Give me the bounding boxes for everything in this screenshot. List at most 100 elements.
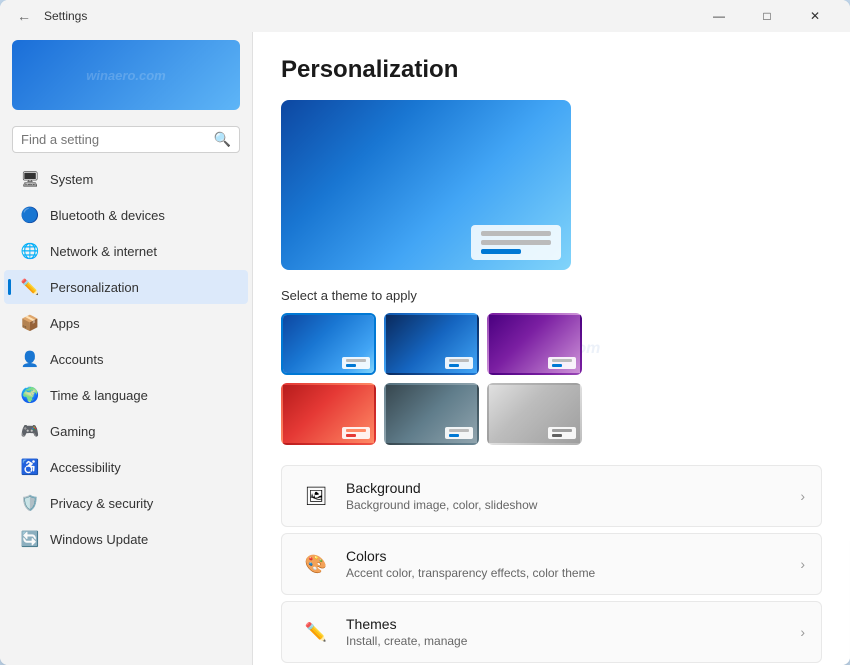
sidebar-item-accessibility[interactable]: ♿ Accessibility [4, 450, 248, 484]
settings-item-themes[interactable]: ✏️ Themes Install, create, manage › [281, 601, 822, 663]
sidebar-item-label: Apps [50, 316, 80, 331]
theme-4-minibar [342, 427, 370, 439]
theme-6-inner [489, 385, 580, 443]
sidebar-item-label: Time & language [50, 388, 148, 403]
gaming-icon: 🎮 [20, 421, 40, 441]
theme-1-inner [283, 315, 374, 373]
bluetooth-icon: 🔵 [20, 205, 40, 225]
theme-preview [281, 100, 571, 270]
window-controls: — □ ✕ [696, 0, 838, 32]
sidebar-item-label: Personalization [50, 280, 139, 295]
tmb-blue-6 [552, 434, 562, 437]
sidebar-item-label: Network & internet [50, 244, 157, 259]
tmb-3 [552, 359, 572, 362]
theme-1[interactable] [281, 313, 376, 375]
content-area: winaero.com Personalization Select a the… [252, 32, 850, 665]
sidebar-item-label: Windows Update [50, 532, 148, 547]
sidebar-item-bluetooth[interactable]: 🔵 Bluetooth & devices [4, 198, 248, 232]
theme-5[interactable] [384, 383, 479, 445]
sidebar-watermark: winaero.com [86, 68, 165, 83]
theme-5-inner [386, 385, 477, 443]
sidebar-item-label: Bluetooth & devices [50, 208, 165, 223]
theme-3[interactable] [487, 313, 582, 375]
search-icon: 🔍 [214, 131, 231, 148]
tmb-blue-1 [346, 364, 356, 367]
theme-2[interactable] [384, 313, 479, 375]
settings-item-colors[interactable]: 🎨 Colors Accent color, transparency effe… [281, 533, 822, 595]
theme-section-label: Select a theme to apply [281, 288, 822, 303]
sidebar: winaero.com 🔍 🖥 System 🔵 Bluetooth & dev… [0, 32, 252, 665]
tmb-blue-3 [552, 364, 562, 367]
themes-chevron: › [800, 624, 805, 640]
sidebar-item-privacy[interactable]: 🛡️ Privacy & security [4, 486, 248, 520]
theme-2-inner [386, 315, 477, 373]
window-title: Settings [44, 9, 87, 23]
network-icon: 🌐 [20, 241, 40, 261]
sidebar-item-time[interactable]: 🌍 Time & language [4, 378, 248, 412]
tmb-blue-4 [346, 434, 356, 437]
personalization-icon: ✏️ [20, 277, 40, 297]
mini-bar-1 [481, 231, 551, 236]
colors-subtitle: Accent color, transparency effects, colo… [346, 566, 800, 580]
sidebar-item-apps[interactable]: 📦 Apps [4, 306, 248, 340]
tmb-blue-5 [449, 434, 459, 437]
theme-2-minibar [445, 357, 473, 369]
tmb-5 [449, 429, 469, 432]
theme-1-minibar [342, 357, 370, 369]
background-text: Background Background image, color, slid… [346, 480, 800, 512]
minimize-button[interactable]: — [696, 0, 742, 32]
system-icon: 🖥 [20, 169, 40, 189]
sidebar-item-label: Accounts [50, 352, 103, 367]
sidebar-item-system[interactable]: 🖥 System [4, 162, 248, 196]
theme-3-minibar [548, 357, 576, 369]
sidebar-item-label: Gaming [50, 424, 96, 439]
theme-5-minibar [445, 427, 473, 439]
sidebar-item-label: Privacy & security [50, 496, 153, 511]
sidebar-item-windows-update[interactable]: 🔄 Windows Update [4, 522, 248, 556]
maximize-button[interactable]: □ [744, 0, 790, 32]
sidebar-item-network[interactable]: 🌐 Network & internet [4, 234, 248, 268]
tmb-6 [552, 429, 572, 432]
themes-grid [281, 313, 822, 445]
theme-6[interactable] [487, 383, 582, 445]
mini-bar-short [481, 249, 521, 254]
main-layout: winaero.com 🔍 🖥 System 🔵 Bluetooth & dev… [0, 32, 850, 665]
accounts-icon: 👤 [20, 349, 40, 369]
time-icon: 🌍 [20, 385, 40, 405]
search-box[interactable]: 🔍 [12, 126, 240, 153]
theme-3-inner [489, 315, 580, 373]
titlebar: ← Settings — □ ✕ [0, 0, 850, 32]
colors-title: Colors [346, 548, 800, 564]
settings-window: ← Settings — □ ✕ winaero.com 🔍 🖥 System [0, 0, 850, 665]
close-button[interactable]: ✕ [792, 0, 838, 32]
sidebar-item-label: System [50, 172, 93, 187]
colors-chevron: › [800, 556, 805, 572]
theme-4[interactable] [281, 383, 376, 445]
back-button[interactable]: ← [12, 4, 36, 28]
background-subtitle: Background image, color, slideshow [346, 498, 800, 512]
mini-bar-2 [481, 240, 551, 245]
privacy-icon: 🛡️ [20, 493, 40, 513]
sidebar-item-gaming[interactable]: 🎮 Gaming [4, 414, 248, 448]
theme-4-inner [283, 385, 374, 443]
settings-item-background[interactable]: ➜ 🖼 Background Background image, color, … [281, 465, 822, 527]
background-chevron: › [800, 488, 805, 504]
themes-text: Themes Install, create, manage [346, 616, 800, 648]
sidebar-item-accounts[interactable]: 👤 Accounts [4, 342, 248, 376]
tmb-2 [449, 359, 469, 362]
theme-6-minibar [548, 427, 576, 439]
background-icon: 🖼 [298, 478, 334, 514]
tmb-blue-2 [449, 364, 459, 367]
themes-title: Themes [346, 616, 800, 632]
titlebar-left: ← Settings [12, 4, 87, 28]
tmb-4 [346, 429, 366, 432]
preview-taskbar [471, 225, 561, 260]
themes-subtitle: Install, create, manage [346, 634, 800, 648]
colors-icon: 🎨 [298, 546, 334, 582]
accessibility-icon: ♿ [20, 457, 40, 477]
search-input[interactable] [21, 132, 208, 147]
page-title: Personalization [281, 56, 822, 84]
sidebar-item-personalization[interactable]: ✏️ Personalization [4, 270, 248, 304]
colors-text: Colors Accent color, transparency effect… [346, 548, 800, 580]
sidebar-item-label: Accessibility [50, 460, 121, 475]
